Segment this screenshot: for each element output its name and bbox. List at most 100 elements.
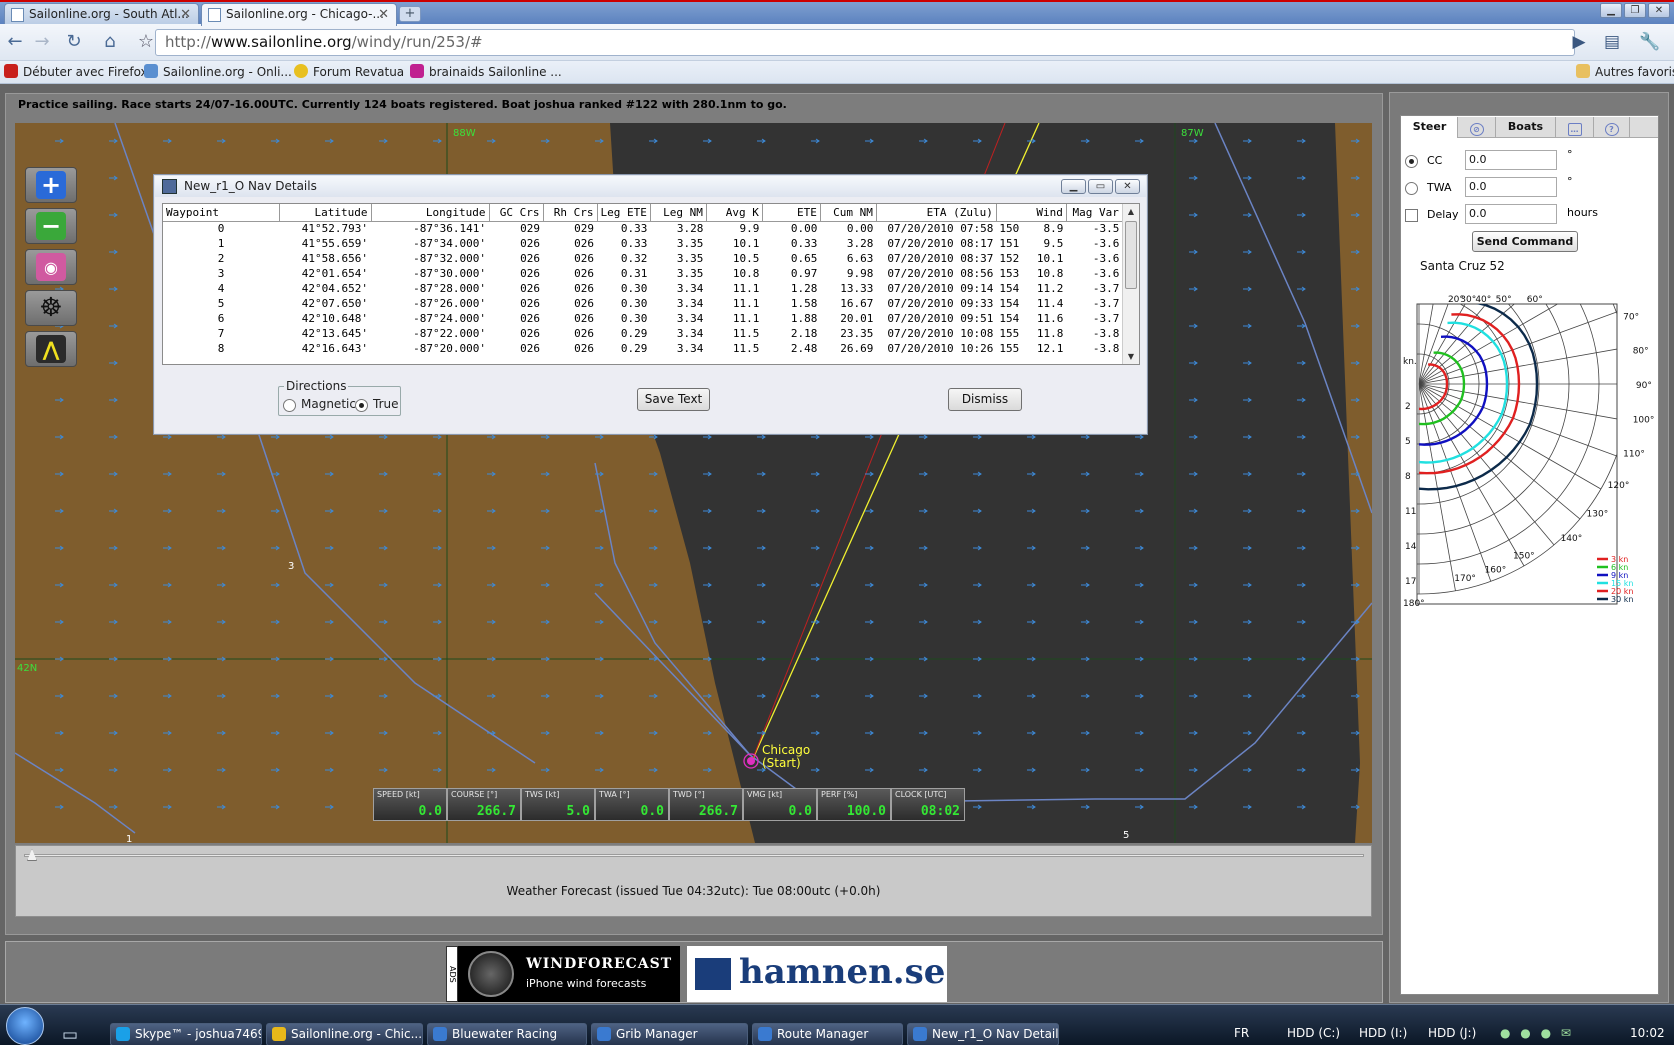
back-icon[interactable]: ← [3, 30, 27, 54]
maximize-button[interactable]: ▭ [1088, 179, 1113, 194]
dismiss-button[interactable]: Dismiss [948, 388, 1022, 411]
drive-i[interactable]: HDD (I:) [1359, 1026, 1407, 1040]
table-row[interactable]: 3 42°01.654' -87°30.000' 026 026 0.31 3.35 10.8… [163, 266, 1122, 281]
bookmark-firefox[interactable]: Débuter avec Firefox [4, 64, 148, 79]
table-row[interactable]: 6 42°10.648' -87°24.000' 026 026 0.30 3.34 11.1… [163, 311, 1122, 326]
polar-speed-label: 17 [1405, 577, 1416, 587]
go-icon[interactable]: ▶ [1567, 30, 1591, 54]
column-header[interactable]: Avg K [706, 204, 763, 222]
forecast-time-slider[interactable] [24, 849, 1364, 861]
degree-unit: ° [1567, 148, 1573, 161]
tab-boats[interactable]: Boats [1496, 117, 1556, 138]
start-button[interactable] [6, 1007, 44, 1045]
send-command-button[interactable]: Send Command [1472, 231, 1578, 252]
taskbar-item[interactable]: Skype™ - joshua7469 [110, 1023, 262, 1045]
wrench-icon[interactable]: 🔧 [1638, 30, 1662, 54]
drive-c[interactable]: HDD (C:) [1287, 1026, 1340, 1040]
wind-direction: 150 [999, 222, 1020, 236]
table-cell: 07/20/2010 09:14 [887, 282, 994, 295]
zoom-out-button[interactable]: − [25, 208, 77, 244]
tab-help[interactable]: ? [1594, 117, 1630, 138]
column-header[interactable]: ETE [762, 204, 821, 222]
tray-icons[interactable]: ● ● ● ✉ [1500, 1026, 1574, 1040]
tab-compass[interactable]: ⊘ [1458, 117, 1496, 138]
minimize-button[interactable]: ▁ [1061, 179, 1086, 194]
scroll-up-icon[interactable]: ▲ [1123, 204, 1139, 219]
tab-chat[interactable]: … [1556, 117, 1594, 138]
home-icon[interactable]: ⌂ [98, 30, 122, 54]
table-row[interactable]: 5 42°07.650' -87°26.000' 026 026 0.30 3.34 11.1… [163, 296, 1122, 311]
brainaids-icon [410, 64, 424, 78]
wind-arrow-icon [973, 434, 982, 440]
cc-radio[interactable] [1405, 155, 1418, 168]
drive-j[interactable]: HDD (J:) [1428, 1026, 1476, 1040]
new-tab-button[interactable]: + [399, 6, 421, 22]
tab-steer[interactable]: Steer [1402, 117, 1458, 138]
browser-tab-south-atlantic[interactable]: Sailonline.org - South Atl... ✕ [4, 3, 199, 26]
table-row[interactable]: 2 41°58.656' -87°32.000' 026 026 0.32 3.35 10.5… [163, 251, 1122, 266]
column-header[interactable]: Wind [996, 204, 1067, 222]
column-header[interactable]: Cum NM [820, 204, 877, 222]
windforecast-ad[interactable]: WINDFORECAST iPhone wind forecasts [458, 946, 680, 1002]
dialog-titlebar[interactable]: New_r1_O Nav Details ▁ ▭ ✕ [155, 176, 1146, 197]
table-row[interactable]: 1 41°55.659' -87°34.000' 026 026 0.33 3.35 10.1… [163, 236, 1122, 251]
wind-direction: 152 [999, 252, 1020, 265]
twa-radio[interactable] [1405, 182, 1418, 195]
taskbar-item[interactable]: Grib Manager [591, 1023, 748, 1045]
save-text-button[interactable]: Save Text [637, 388, 710, 411]
wind-arrow-icon [1297, 582, 1306, 588]
bookmark-sailonline[interactable]: Sailonline.org - Onli... [144, 64, 292, 79]
slider-thumb[interactable] [27, 849, 37, 861]
magnetic-radio[interactable] [283, 399, 296, 412]
table-row[interactable]: 0 41°52.793' -87°36.141' 029 029 0.33 3.28 9.9 0… [163, 221, 1122, 236]
column-header[interactable]: Latitude [279, 204, 372, 222]
wind-arrow-icon [811, 471, 820, 477]
delay-input[interactable]: 0.0 [1465, 204, 1557, 224]
maximize-button[interactable]: ❐ [1624, 3, 1646, 18]
divider-tool-button[interactable]: ⋀ [25, 331, 77, 367]
twa-input[interactable]: 0.0 [1465, 177, 1557, 197]
helm-button[interactable]: ☸ [25, 290, 77, 326]
system-clock[interactable]: 10:02 [1630, 1026, 1665, 1040]
table-row[interactable]: 4 42°04.652' -87°28.000' 026 026 0.30 3.34 11.1… [163, 281, 1122, 296]
table-row[interactable]: 7 42°13.645' -87°22.000' 026 026 0.29 3.34 11.5… [163, 326, 1122, 341]
close-dialog-button[interactable]: ✕ [1115, 179, 1140, 194]
taskbar-item[interactable]: New_r1_O Nav Details [907, 1023, 1059, 1045]
bookmark-forum-revatua[interactable]: Forum Revatua [294, 64, 404, 79]
column-header[interactable]: Waypoint [163, 204, 280, 222]
language-indicator[interactable]: FR [1234, 1026, 1249, 1040]
column-header[interactable]: Leg NM [650, 204, 707, 222]
bookmark-brainaids[interactable]: brainaids Sailonline ... [410, 64, 562, 79]
cc-input[interactable]: 0.0 [1465, 150, 1557, 170]
column-header[interactable]: Mag Var [1066, 204, 1123, 222]
waypoint-table[interactable]: Waypoint Latitude Longitude GC Crs Rh Crs Leg… [162, 203, 1140, 365]
other-bookmarks[interactable]: Autres favoris [1576, 64, 1674, 79]
zoom-in-button[interactable]: + [25, 167, 77, 203]
table-row[interactable]: 8 42°16.643' -87°20.000' 026 026 0.29 3.34 11.5… [163, 341, 1122, 356]
scrollbar-thumb[interactable] [1125, 221, 1137, 289]
forward-icon[interactable]: → [30, 30, 54, 54]
center-boat-button[interactable]: ◉ [25, 249, 77, 285]
taskbar-item[interactable]: Sailonline.org - Chic... [266, 1023, 423, 1045]
browser-tab-chicago[interactable]: Sailonline.org - Chicago-... ✕ [201, 3, 397, 26]
taskbar-item[interactable]: Route Manager [752, 1023, 903, 1045]
column-header[interactable]: Longitude [371, 204, 490, 222]
minimize-button[interactable]: ▁ [1600, 3, 1622, 18]
address-bar[interactable]: http://www.sailonline.org/windy/run/253/… [155, 29, 1575, 56]
close-icon[interactable]: ✕ [378, 4, 389, 25]
page-menu-icon[interactable]: ▤ [1600, 30, 1624, 54]
reload-icon[interactable]: ↻ [62, 30, 86, 54]
true-radio[interactable] [355, 399, 368, 412]
delay-checkbox[interactable] [1405, 209, 1418, 222]
column-header[interactable]: GC Crs [489, 204, 544, 222]
table-scrollbar[interactable]: ▲ ▼ [1122, 204, 1139, 364]
show-desktop-icon[interactable]: ▭ [58, 1023, 82, 1045]
column-header[interactable]: Leg ETE [597, 204, 651, 222]
hamnen-ad[interactable]: hamnen.se [687, 946, 947, 1002]
scroll-down-icon[interactable]: ▼ [1123, 349, 1139, 364]
column-header[interactable]: Rh Crs [543, 204, 598, 222]
taskbar-item[interactable]: Bluewater Racing [427, 1023, 587, 1045]
close-window-button[interactable]: ✕ [1648, 3, 1670, 18]
close-icon[interactable]: ✕ [180, 4, 191, 25]
column-header[interactable]: ETA (Zulu) [876, 204, 997, 222]
